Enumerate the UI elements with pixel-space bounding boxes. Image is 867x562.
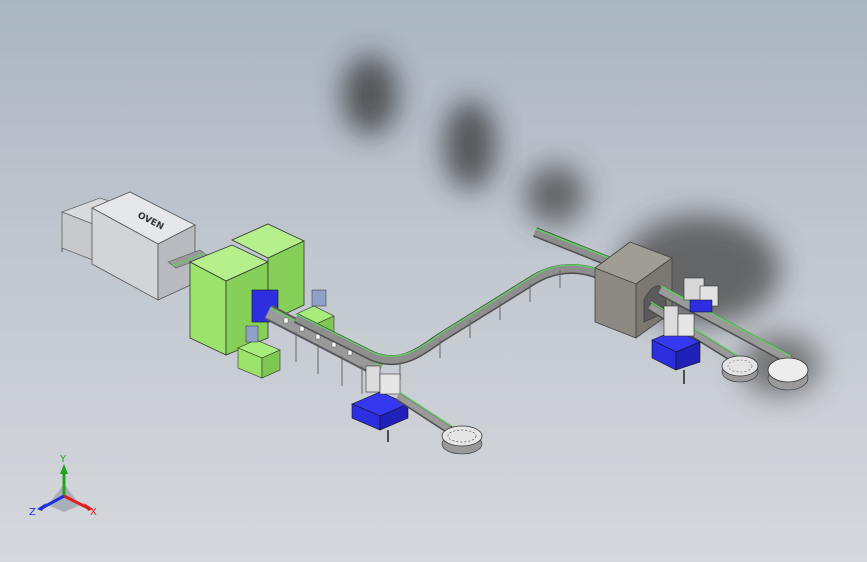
cad-viewport[interactable]: OVEN Y X Z <box>0 0 867 562</box>
right-turntable-2[interactable] <box>767 357 809 391</box>
floor-shadows <box>342 55 820 395</box>
rear-conveyor[interactable] <box>533 227 613 267</box>
triad-y-label: Y <box>59 454 67 465</box>
triad-icon: Y X Z <box>29 454 97 518</box>
triad-z-label: Z <box>29 507 36 518</box>
front-turntable[interactable] <box>441 425 483 455</box>
triad-x-label: X <box>90 507 97 518</box>
capping-machine[interactable] <box>351 365 409 442</box>
oven-unit[interactable]: OVEN <box>60 191 196 301</box>
assembly-scene[interactable]: OVEN Y X Z <box>0 0 867 562</box>
right-turntable-1[interactable] <box>721 355 759 383</box>
curved-conveyor[interactable] <box>293 264 613 380</box>
